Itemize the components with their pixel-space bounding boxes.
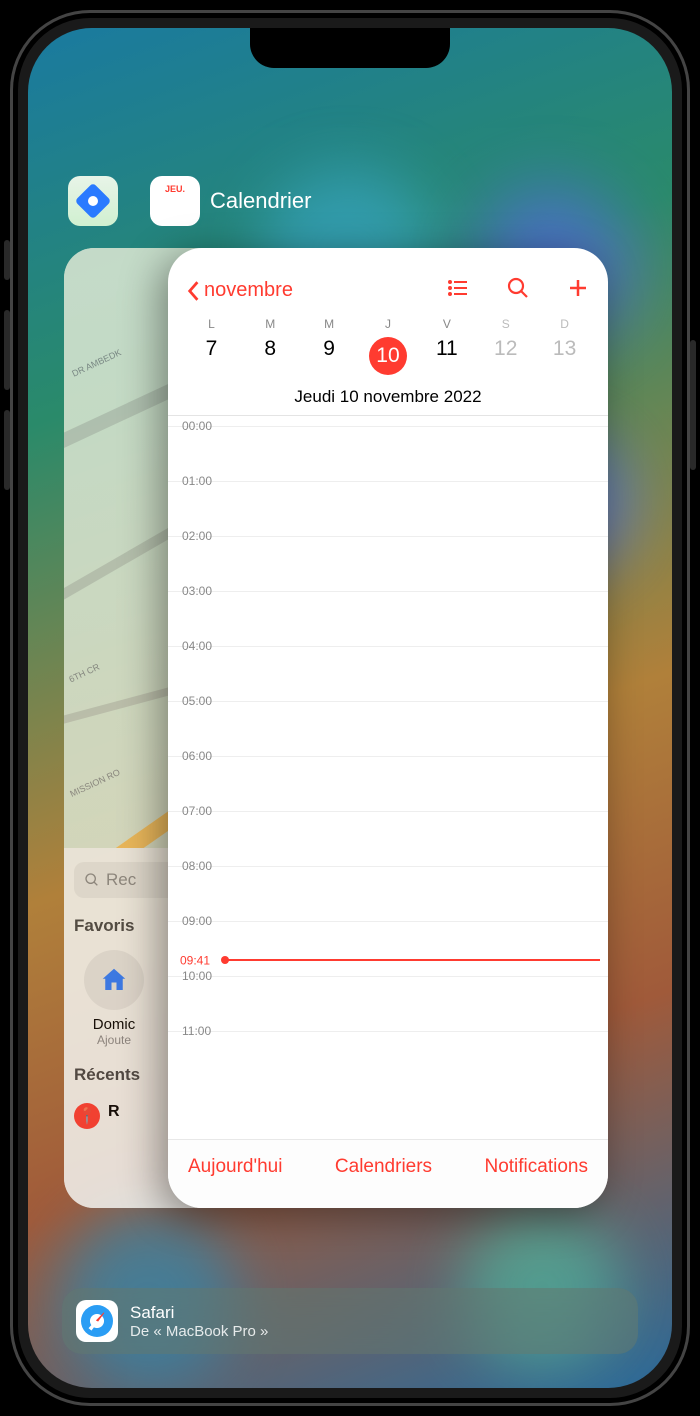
phone-frame: JEU. 10 Calendrier DR AMBEDK 6TH CR MISS…	[10, 10, 690, 1406]
add-event-button[interactable]	[566, 276, 590, 305]
day-button[interactable]: 7	[182, 331, 241, 375]
calendar-back-button[interactable]: novembre	[186, 279, 293, 302]
hour-row: 01:00	[168, 481, 608, 536]
weekday-label: M	[300, 317, 359, 331]
today-button[interactable]: Aujourd'hui	[188, 1156, 282, 1178]
hour-label: 06:00	[182, 749, 212, 763]
maps-favorite-home[interactable]: Domic Ajoute	[74, 950, 154, 1047]
search-icon	[506, 276, 530, 300]
weekday-label: J	[359, 317, 418, 331]
app-label-calendar[interactable]: JEU. 10 Calendrier	[150, 176, 312, 226]
hour-row: 07:00	[168, 811, 608, 866]
calendar-bottom-toolbar: Aujourd'hui Calendriers Notifications	[168, 1139, 608, 1208]
hour-label: 11:00	[182, 1024, 211, 1038]
app-label-maps[interactable]	[68, 176, 118, 226]
list-view-button[interactable]	[446, 276, 470, 305]
day-button[interactable]: 12	[476, 331, 535, 375]
app-label-text: Calendrier	[210, 188, 312, 214]
maps-icon	[68, 176, 118, 226]
calendar-icon: JEU. 10	[150, 176, 200, 226]
search-button[interactable]	[506, 276, 530, 305]
hour-label: 03:00	[182, 584, 212, 598]
calendars-button[interactable]: Calendriers	[335, 1156, 432, 1178]
hour-label: 00:00	[182, 419, 212, 433]
hour-row: 03:00	[168, 591, 608, 646]
calendar-weekday-row: LMMJVSD	[168, 317, 608, 331]
hour-label: 10:00	[182, 969, 212, 983]
hour-row: 05:00	[168, 701, 608, 756]
calendar-day-row: 78910111213	[168, 331, 608, 375]
weekday-label: V	[417, 317, 476, 331]
weekday-label: D	[535, 317, 594, 331]
current-time-indicator	[226, 959, 600, 961]
plus-icon	[566, 276, 590, 300]
hour-row: 08:00	[168, 866, 608, 921]
weekday-label: L	[182, 317, 241, 331]
inbox-button[interactable]: Notifications	[484, 1156, 588, 1178]
hour-row: 06:00	[168, 756, 608, 811]
calendar-hours-grid[interactable]: 00:0001:0002:0003:0004:0005:0006:0007:00…	[168, 416, 608, 1076]
hour-label: 02:00	[182, 529, 212, 543]
hour-label: 07:00	[182, 804, 212, 818]
current-time-label: 09:41	[180, 953, 210, 967]
app-card-calendar[interactable]: novembre LMMJVSD 78910111213 Jeudi 10 no…	[168, 248, 608, 1208]
hour-row: 04:00	[168, 646, 608, 701]
home-icon	[84, 950, 144, 1010]
hour-row: 10:00	[168, 976, 608, 1031]
day-button[interactable]: 8	[241, 331, 300, 375]
calendar-date-line: Jeudi 10 novembre 2022	[168, 375, 608, 416]
hour-label: 09:00	[182, 914, 212, 928]
hour-label: 04:00	[182, 639, 212, 653]
day-button[interactable]: 10	[359, 331, 418, 375]
handoff-source: De « MacBook Pro »	[130, 1323, 268, 1340]
weekday-label: S	[476, 317, 535, 331]
hour-label: 05:00	[182, 694, 212, 708]
calendar-icon-day: 10	[162, 194, 189, 218]
hour-row: 00:00	[168, 426, 608, 481]
handoff-banner[interactable]: Safari De « MacBook Pro »	[62, 1288, 638, 1354]
chevron-left-icon	[186, 280, 200, 302]
safari-icon	[76, 1300, 118, 1342]
handoff-app-name: Safari	[130, 1303, 268, 1323]
day-button[interactable]: 9	[300, 331, 359, 375]
day-button[interactable]: 11	[417, 331, 476, 375]
hour-row: 02:00	[168, 536, 608, 591]
hour-label: 08:00	[182, 859, 212, 873]
hour-label: 01:00	[182, 474, 212, 488]
list-icon	[446, 276, 470, 300]
notch	[250, 28, 450, 68]
maps-pin-icon: 📍	[74, 1103, 100, 1129]
weekday-label: M	[241, 317, 300, 331]
hour-row: 09:00	[168, 921, 608, 976]
phone-screen: JEU. 10 Calendrier DR AMBEDK 6TH CR MISS…	[28, 28, 672, 1388]
day-button[interactable]: 13	[535, 331, 594, 375]
search-icon	[84, 872, 100, 888]
hour-row: 11:00	[168, 1031, 608, 1076]
